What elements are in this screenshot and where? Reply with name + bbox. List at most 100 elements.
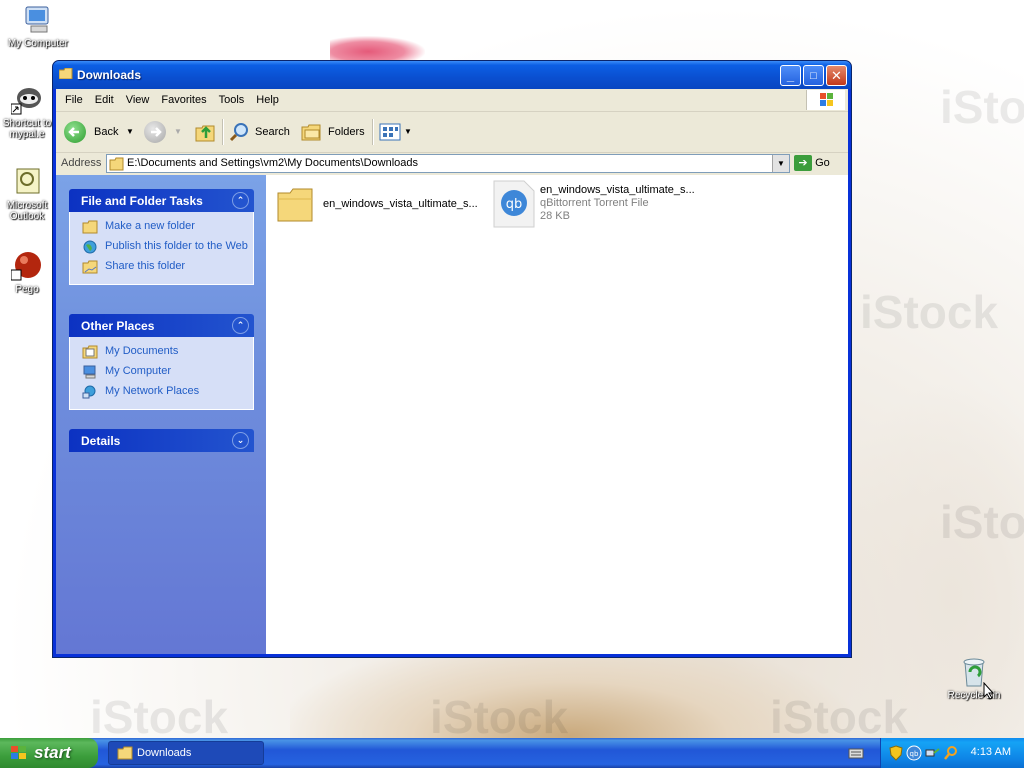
chevron-down-icon: ▼	[404, 127, 412, 136]
windows-logo-icon	[806, 90, 845, 110]
toolbar-separator	[372, 119, 374, 145]
place-my-computer[interactable]: My Computer	[70, 365, 253, 379]
address-bar: Address E:\Documents and Settings\vm2\My…	[56, 153, 848, 176]
place-my-documents[interactable]: My Documents	[70, 345, 253, 359]
wallpaper-paw	[330, 36, 425, 62]
taskbar: start Downloads qb 4:13 AM	[0, 738, 1024, 768]
start-button[interactable]: start	[0, 738, 98, 768]
other-places-panel: Other Places ⌃ My Documents My Computer	[69, 314, 254, 410]
desktop-icon-recycle-bin[interactable]: Recycle Bin	[938, 656, 1010, 701]
panel-title: Details	[81, 434, 121, 448]
chevron-down-icon: ▼	[777, 159, 785, 168]
maximize-button[interactable]: □	[803, 65, 824, 86]
address-input[interactable]: E:\Documents and Settings\vm2\My Documen…	[106, 154, 790, 173]
collapse-icon[interactable]: ⌃	[232, 317, 249, 334]
minimize-icon: _	[786, 68, 795, 83]
search-label: Search	[255, 126, 290, 138]
watermark: iStock	[770, 691, 909, 743]
close-button[interactable]: ✕	[826, 65, 847, 86]
place-label: My Computer	[105, 365, 172, 377]
collapse-icon[interactable]: ⌃	[232, 192, 249, 209]
share-folder-icon	[82, 260, 98, 274]
explorer-window[interactable]: Downloads _ □ ✕ File Edit View Favorites Too…	[52, 60, 852, 658]
desktop-icon-pego[interactable]: Pego	[2, 250, 52, 295]
file-name: en_windows_vista_ultimate_s...	[323, 198, 478, 210]
desktop-icon-shortcut[interactable]: Shortcut to mypal.e	[2, 84, 52, 140]
task-share-folder[interactable]: Share this folder	[70, 260, 253, 274]
task-label: Publish this folder to the Web	[105, 240, 248, 252]
network-tray-icon[interactable]	[925, 745, 941, 761]
start-label: start	[34, 743, 71, 762]
my-computer-icon	[83, 365, 96, 379]
folder-icon	[117, 746, 133, 760]
expand-icon[interactable]: ⌄	[232, 432, 249, 449]
menu-favorites[interactable]: Favorites	[155, 89, 212, 111]
file-list[interactable]: en_windows_vista_ultimate_s... qb en_win…	[266, 175, 848, 654]
title-bar[interactable]: Downloads _ □ ✕	[53, 61, 851, 89]
task-make-new-folder[interactable]: Make a new folder	[70, 220, 253, 234]
close-icon: ✕	[831, 68, 842, 83]
go-button[interactable]: ➔ Go	[794, 155, 830, 171]
panel-body: Make a new folder Publish this folder to…	[69, 212, 254, 285]
menu-tools[interactable]: Tools	[213, 89, 251, 111]
maximize-icon: □	[810, 70, 817, 82]
search-button[interactable]: Search	[228, 120, 292, 144]
folders-button[interactable]: Folders	[300, 120, 365, 144]
task-publish-folder[interactable]: Publish this folder to the Web	[70, 240, 253, 254]
search-tray-icon[interactable]	[943, 745, 959, 761]
panel-header[interactable]: File and Folder Tasks ⌃	[69, 189, 254, 212]
minimize-button[interactable]: _	[780, 65, 801, 86]
window-body: File Edit View Favorites Tools Help Back ▼ ▼	[56, 89, 848, 654]
panel-header[interactable]: Details ⌄	[69, 429, 254, 452]
address-path: E:\Documents and Settings\vm2\My Documen…	[127, 157, 419, 169]
chevron-down-icon: ▼	[174, 127, 182, 136]
toolbar: Back ▼ ▼ Search Folders ▼	[56, 112, 848, 153]
security-shield-icon[interactable]	[889, 745, 903, 761]
globe-icon	[83, 240, 97, 254]
menu-bar: File Edit View Favorites Tools Help	[56, 89, 848, 112]
back-arrow-icon	[64, 121, 86, 143]
keyboard-icon[interactable]	[848, 746, 864, 760]
views-icon	[379, 123, 401, 141]
watermark: iStock	[430, 691, 569, 743]
task-label: Share this folder	[105, 260, 186, 272]
mouse-cursor-icon	[983, 682, 995, 700]
address-label: Address	[61, 157, 102, 169]
up-folder-icon	[195, 125, 215, 142]
views-button[interactable]: ▼	[378, 120, 414, 144]
address-dropdown-button[interactable]: ▼	[772, 155, 789, 172]
taskbar-item-label: Downloads	[137, 747, 192, 759]
my-documents-icon	[82, 345, 98, 359]
taskbar-item-downloads[interactable]: Downloads	[108, 741, 264, 765]
desktop-icon-outlook[interactable]: Microsoft Outlook	[2, 166, 52, 222]
desktop-icon-my-computer[interactable]: My Computer	[2, 4, 74, 49]
panel-title: Other Places	[81, 319, 155, 333]
menu-edit[interactable]: Edit	[89, 89, 120, 111]
folder-icon	[109, 157, 124, 171]
file-name: en_windows_vista_ultimate_s...	[540, 184, 695, 196]
explorer-content: File and Folder Tasks ⌃ Make a new folde…	[56, 175, 848, 654]
menu-view[interactable]: View	[120, 89, 156, 111]
up-folder-button[interactable]	[194, 120, 218, 144]
go-arrow-icon: ➔	[794, 155, 812, 171]
desktop-icon-label: My Computer	[7, 38, 68, 49]
forward-button[interactable]: ▼	[144, 120, 182, 144]
svg-text:qb: qb	[506, 197, 523, 212]
back-button[interactable]: Back ▼	[64, 120, 139, 144]
qbittorrent-tray-icon[interactable]: qb	[906, 745, 922, 761]
clock[interactable]: 4:13 AM	[971, 746, 1011, 758]
window-title: Downloads	[77, 68, 142, 82]
panel-header[interactable]: Other Places ⌃	[69, 314, 254, 337]
menu-help[interactable]: Help	[250, 89, 285, 111]
place-my-network-places[interactable]: My Network Places	[70, 385, 253, 399]
svg-text:qb: qb	[910, 750, 919, 758]
folders-icon	[301, 124, 321, 141]
menu-file[interactable]: File	[59, 89, 89, 111]
windows-flag-icon	[11, 746, 26, 759]
place-label: My Documents	[105, 345, 179, 357]
folder-icon	[277, 188, 313, 222]
toolbar-separator	[222, 119, 224, 145]
desktop-icon-label: Shortcut to mypal.e	[2, 118, 52, 140]
task-pane: File and Folder Tasks ⌃ Make a new folde…	[56, 175, 266, 654]
desktop-icon-label: Microsoft Outlook	[6, 200, 48, 222]
